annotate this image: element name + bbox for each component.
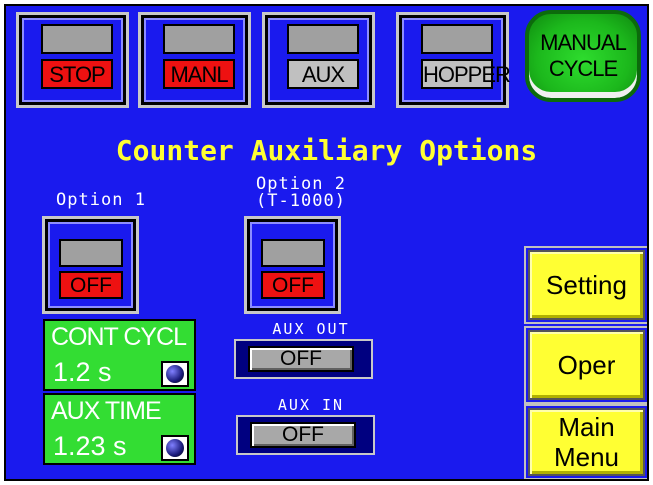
aux-in-label: AUX IN (277, 396, 345, 414)
aux-status-button[interactable]: AUX (262, 12, 375, 108)
hopper-status-button[interactable]: HOPPER (396, 12, 511, 108)
option1-state: OFF (59, 271, 123, 299)
manual-cycle-label: MANUAL CYCLE (540, 30, 627, 81)
oper-button[interactable]: Oper (528, 330, 645, 400)
aux-time-label: AUX TIME (51, 397, 162, 425)
aux-indicator-lamp (287, 24, 359, 54)
aux-out-label: AUX OUT (272, 320, 350, 338)
aux-in-toggle[interactable]: OFF (236, 415, 375, 455)
option1-button[interactable]: OFF (42, 216, 139, 314)
option1-label: Option 1 (56, 190, 146, 210)
option2-state: OFF (261, 271, 325, 299)
option2-indicator-lamp (261, 239, 325, 267)
aux-time-panel[interactable]: AUX TIME 1.23 s (43, 393, 196, 465)
aux-out-state: OFF (248, 346, 354, 372)
aux-time-adjust-knob-icon[interactable] (161, 435, 189, 461)
page-title: Counter Auxiliary Options (115, 134, 538, 167)
aux-time-value: 1.23 s (53, 431, 127, 461)
cont-cycl-panel[interactable]: CONT CYCL 1.2 s (43, 319, 196, 391)
cont-cycl-adjust-knob-icon[interactable] (161, 361, 189, 387)
cont-cycl-value: 1.2 s (53, 357, 112, 387)
option2-label: Option 2 (T-1000) (256, 174, 346, 211)
hmi-screen: STOP MANL AUX HOPPER MANUAL CYCLE Counte… (4, 4, 649, 481)
stop-label: STOP (41, 59, 113, 89)
hopper-indicator-lamp (421, 24, 493, 54)
manl-label: MANL (163, 59, 235, 89)
setting-button[interactable]: Setting (528, 250, 645, 320)
stop-indicator-lamp (41, 24, 113, 54)
aux-in-state: OFF (250, 422, 356, 448)
option1-indicator-lamp (59, 239, 123, 267)
main-menu-button[interactable]: Main Menu (528, 408, 645, 476)
manual-cycle-button[interactable]: MANUAL CYCLE (525, 10, 641, 102)
stop-status-button[interactable]: STOP (16, 12, 129, 108)
aux-label: AUX (287, 59, 359, 89)
hopper-label: HOPPER (421, 59, 511, 89)
cont-cycl-label: CONT CYCL (51, 323, 187, 351)
option2-button[interactable]: OFF (244, 216, 341, 314)
aux-out-toggle[interactable]: OFF (234, 339, 373, 379)
manl-indicator-lamp (163, 24, 235, 54)
manual-status-button[interactable]: MANL (138, 12, 251, 108)
